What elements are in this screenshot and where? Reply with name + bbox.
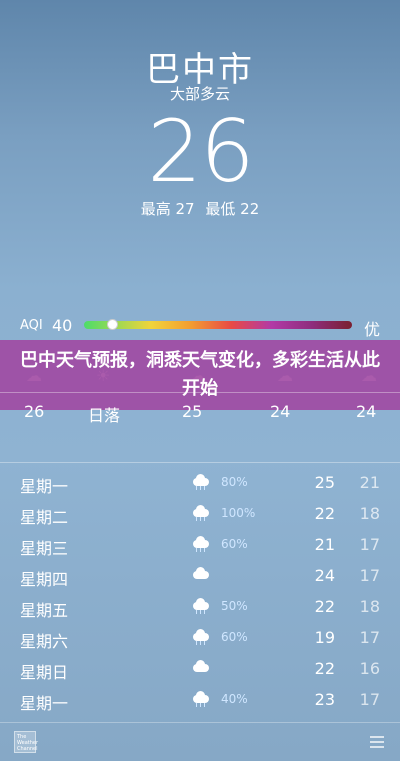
- forecast-day: 星期一: [20, 694, 69, 713]
- aqi-value: 40: [52, 316, 73, 335]
- aqi-indicator-knob: [107, 319, 118, 330]
- weather-condition: 大部多云: [169, 85, 230, 103]
- rain-cloud-icon: [191, 474, 211, 490]
- hourly-row: 26 日落 25 24 24: [0, 400, 400, 428]
- forecast-low: 16: [359, 659, 380, 678]
- precip-chance: 60%: [221, 537, 248, 551]
- high-temp: 最高 27: [140, 200, 195, 218]
- forecast-high: 19: [314, 628, 335, 647]
- precip-chance: 100%: [221, 506, 256, 520]
- forecast-day: 星期五: [20, 601, 69, 620]
- precip-chance: 60%: [221, 630, 248, 644]
- list-icon[interactable]: [370, 736, 384, 748]
- forecast-high: 23: [314, 690, 335, 709]
- rain-cloud-icon: [191, 536, 211, 552]
- rain-cloud-icon: [191, 629, 211, 645]
- current-temperature: 26: [147, 102, 254, 202]
- forecast-row: 星期一 40% 23 17: [0, 685, 400, 716]
- aqi-level-word: 优: [363, 320, 380, 339]
- rain-cloud-icon: [191, 505, 211, 521]
- forecast-day: 星期四: [20, 570, 69, 589]
- precip-chance: 50%: [221, 599, 248, 613]
- forecast-high: 22: [314, 504, 335, 523]
- divider: [0, 462, 400, 463]
- forecast-day: 星期六: [20, 632, 69, 651]
- forecast-high: 25: [314, 473, 335, 492]
- forecast-row: 星期三 60% 21 17: [0, 530, 400, 561]
- forecast-day: 星期日: [20, 663, 69, 682]
- hourly-temp: 24: [270, 402, 291, 421]
- forecast-high: 24: [314, 566, 335, 585]
- daily-forecast-list: 星期一 80% 25 21 星期二 100% 22 18 星期三 60% 21 17 星期四 24 17 星期…: [0, 468, 400, 716]
- forecast-day: 星期二: [20, 508, 69, 527]
- hourly-current-temp: 26: [24, 402, 45, 421]
- rain-cloud-icon: [191, 691, 211, 707]
- forecast-low: 17: [359, 566, 380, 585]
- high-low-temps: 最高 27 最低 22: [0, 198, 400, 219]
- hourly-temp: 25: [182, 402, 203, 421]
- forecast-low: 21: [359, 473, 380, 492]
- forecast-low: 17: [359, 628, 380, 647]
- forecast-high: 21: [314, 535, 335, 554]
- forecast-low: 17: [359, 690, 380, 709]
- rain-cloud-icon: [191, 598, 211, 614]
- forecast-high: 22: [314, 659, 335, 678]
- forecast-day: 星期一: [20, 477, 69, 496]
- weather-channel-logo[interactable]: The Weather Channel: [14, 731, 38, 753]
- forecast-row: 星期一 80% 25 21: [0, 468, 400, 499]
- forecast-low: 18: [359, 597, 380, 616]
- aqi-scale-bar: [84, 321, 352, 329]
- banner-text: 巴中天气预报，洞悉天气变化，多彩生活从此开始: [20, 350, 380, 399]
- forecast-low: 17: [359, 535, 380, 554]
- aqi-row[interactable]: AQI 40 优: [0, 316, 400, 339]
- divider: [0, 392, 400, 393]
- forecast-row: 星期四 24 17: [0, 561, 400, 592]
- hourly-temp: 24: [356, 402, 377, 421]
- precip-chance: 80%: [221, 475, 248, 489]
- precip-chance: 40%: [221, 692, 248, 706]
- forecast-day: 星期三: [20, 539, 69, 558]
- forecast-row: 星期五 50% 22 18: [0, 592, 400, 623]
- hourly-sunset-label: 日落: [88, 406, 121, 425]
- cloud-icon: [191, 660, 211, 674]
- forecast-row: 星期六 60% 19 17: [0, 623, 400, 654]
- footer-bar: The Weather Channel: [0, 722, 400, 761]
- forecast-low: 18: [359, 504, 380, 523]
- forecast-row: 星期日 22 16: [0, 654, 400, 685]
- aqi-label: AQI: [20, 318, 43, 333]
- cloud-icon: [191, 567, 211, 581]
- low-temp: 最低 22: [205, 200, 260, 218]
- forecast-row: 星期二 100% 22 18: [0, 499, 400, 530]
- forecast-high: 22: [314, 597, 335, 616]
